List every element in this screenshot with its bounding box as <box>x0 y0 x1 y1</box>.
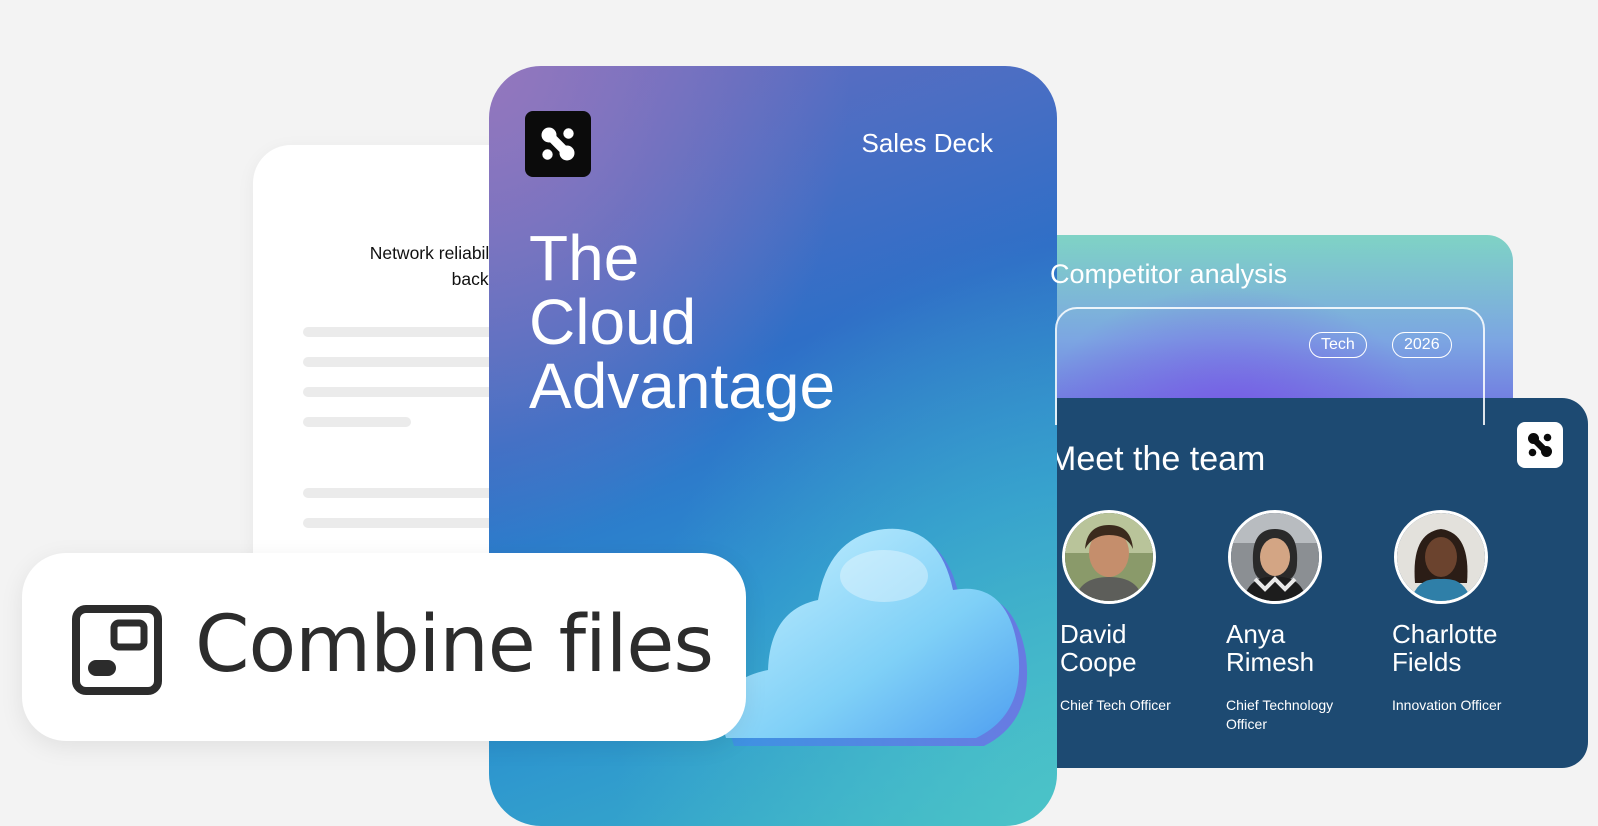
tag-pill: Tech <box>1309 332 1367 358</box>
deck-tag: Sales Deck <box>861 128 994 158</box>
team-member: Anya Rimesh Chief Technology Officer <box>1226 510 1376 734</box>
avatar <box>1394 510 1488 604</box>
team-title: Meet the team <box>1048 440 1266 478</box>
brand-logo-icon <box>525 111 591 177</box>
member-name: Anya Rimesh <box>1226 619 1315 677</box>
combine-files-label: Combine files <box>195 600 714 690</box>
member-name: Charlotte Fields <box>1392 619 1498 677</box>
document-text-placeholder <box>303 417 411 427</box>
team-member: David Coope Chief Tech Officer <box>1060 510 1210 715</box>
cloud-icon <box>714 506 1034 780</box>
member-role: Chief Tech Officer <box>1060 697 1171 713</box>
brand-logo-icon <box>1517 422 1563 468</box>
competitor-analysis-card: Competitor analysis Tech 2026 <box>1000 235 1513 425</box>
deck-title: The Cloud Advantage <box>529 226 835 418</box>
deck-title-line-3: Advantage <box>529 350 836 422</box>
competitor-frame <box>1055 307 1485 425</box>
avatar <box>1062 510 1156 604</box>
avatar <box>1228 510 1322 604</box>
deck-title-line-1: The <box>529 222 640 294</box>
combine-files-banner[interactable]: Combine files <box>22 553 746 741</box>
member-role: Innovation Officer <box>1392 697 1502 713</box>
member-name: David Coope <box>1060 619 1137 677</box>
combine-files-icon <box>72 605 162 699</box>
team-member: Charlotte Fields Innovation Officer <box>1392 510 1542 715</box>
competitor-title: Competitor analysis <box>1050 259 1288 289</box>
member-role: Chief Technology Officer <box>1226 697 1334 732</box>
tag-pill: 2026 <box>1392 332 1452 358</box>
meet-the-team-card: Meet the team David Coope Chief Tech Off… <box>1000 398 1588 768</box>
deck-title-line-2: Cloud <box>529 286 697 358</box>
